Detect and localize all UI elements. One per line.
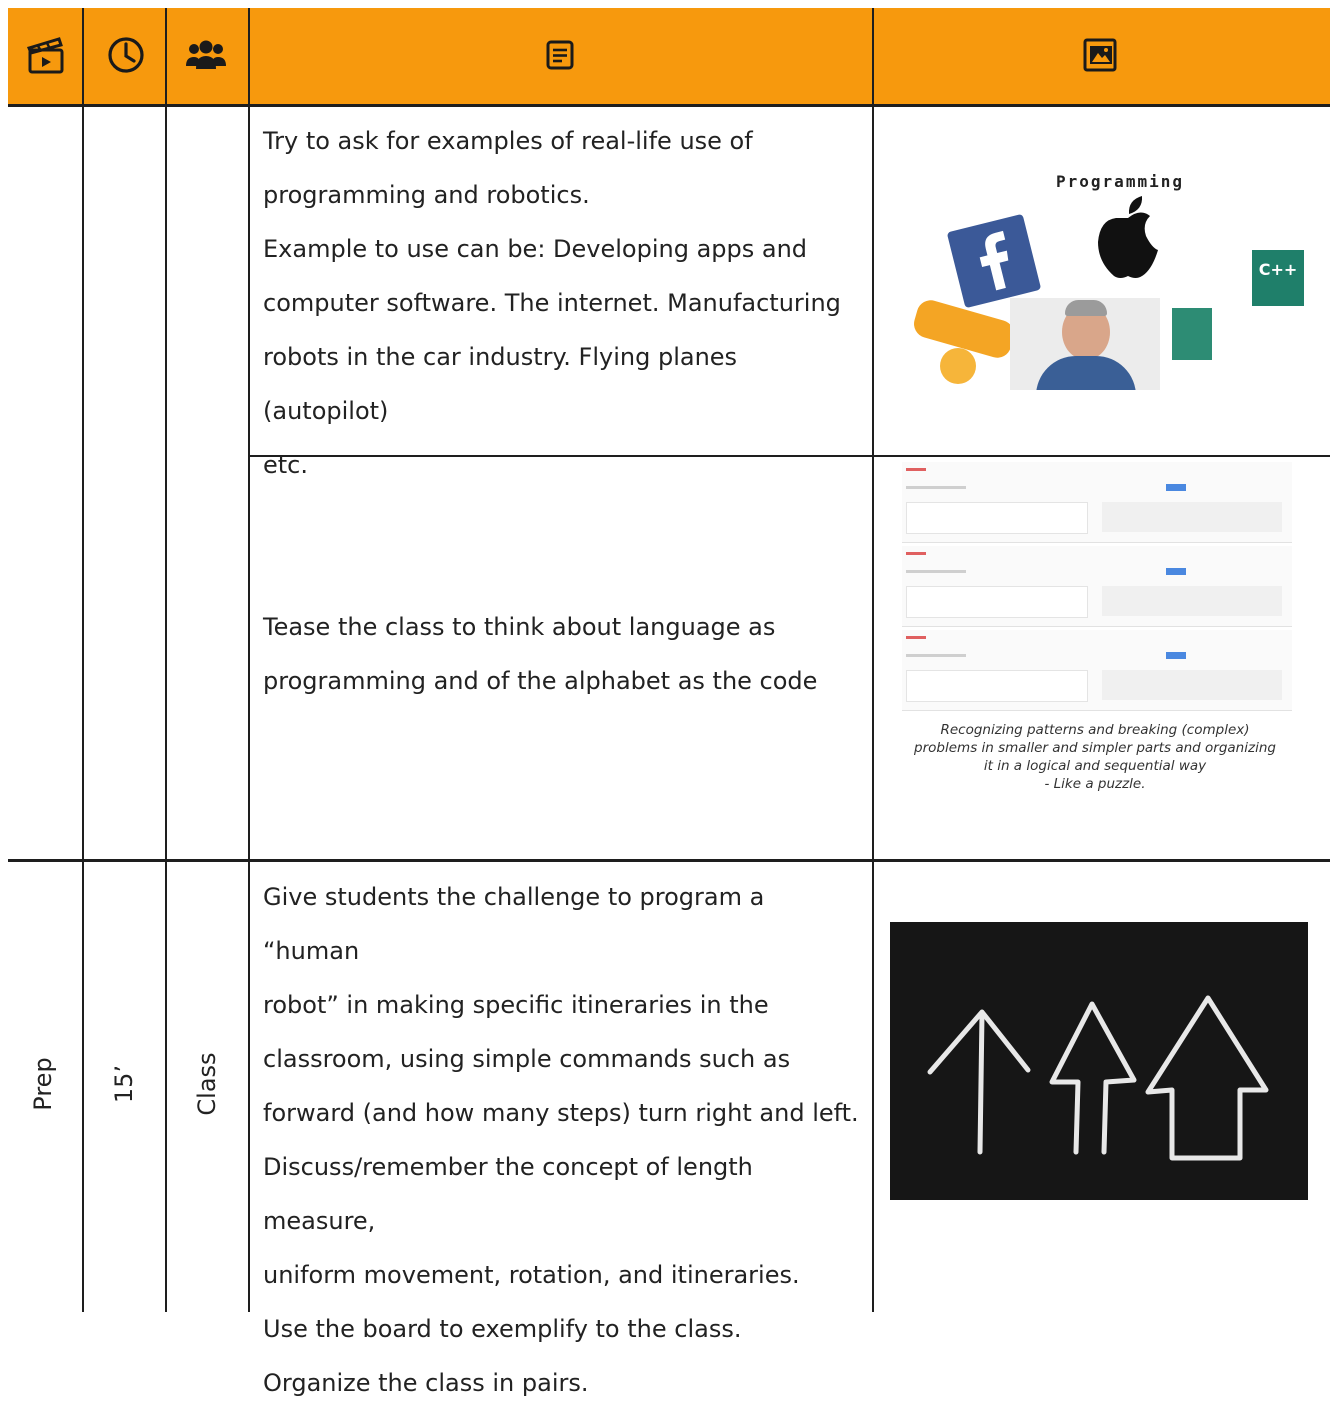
text-line: computer software. The internet. Manufac…	[263, 289, 841, 317]
text-line: forward (and how many steps) turn right …	[263, 1099, 859, 1127]
caption-line: - Like a puzzle.	[1044, 776, 1146, 792]
portrait-photo	[1010, 298, 1160, 390]
clock-icon	[96, 30, 156, 80]
text-line: Use the board to exemplify to the class.	[263, 1315, 742, 1343]
app-tile	[1172, 308, 1212, 360]
translator-panel	[902, 546, 1292, 627]
text-line: Tease the class to think about language …	[263, 613, 776, 641]
text-line: robots in the car industry. Flying plane…	[263, 343, 738, 425]
text-line: etc.	[263, 451, 308, 479]
grouping-label: Class	[193, 1052, 221, 1116]
programming-collage: Programming C++	[910, 160, 1310, 400]
image-gallery-icon	[1070, 30, 1130, 80]
facebook-logo	[946, 213, 1042, 309]
apple-logo	[1088, 190, 1168, 286]
column-divider	[872, 8, 874, 1312]
row2-text: Tease the class to think about language …	[263, 600, 863, 708]
scratch-cat	[940, 348, 976, 384]
text-line: Example to use can be: Developing apps a…	[263, 235, 808, 263]
clapperboard-icon	[16, 30, 76, 80]
text-line: Organize the class in pairs.	[263, 1369, 589, 1397]
text-line: Give students the challenge to program a…	[263, 883, 765, 965]
document-icon	[530, 30, 590, 80]
row3-text: Give students the challenge to program a…	[263, 870, 868, 1410]
column-divider	[248, 8, 250, 1312]
caption-line: Recognizing patterns and breaking (compl…	[940, 722, 1250, 738]
image-caption: Recognizing patterns and breaking (compl…	[880, 721, 1310, 793]
chalkboard-arrows-photo	[890, 922, 1308, 1200]
text-line: programming and of the alphabet as the c…	[263, 667, 818, 695]
column-divider	[165, 8, 167, 1312]
translator-panel	[902, 462, 1292, 543]
text-line: Try to ask for examples of real-life use…	[263, 127, 753, 155]
row-divider	[8, 859, 1330, 862]
translator-screenshots	[902, 462, 1310, 712]
caption-line: it in a logical and sequential way	[983, 758, 1207, 774]
cpp-tile: C++	[1252, 250, 1304, 306]
text-line: uniform movement, rotation, and itinerar…	[263, 1261, 800, 1289]
text-line: programming and robotics.	[263, 181, 590, 209]
translator-panel	[902, 630, 1292, 711]
collage-title: Programming	[1056, 172, 1184, 191]
row1-text: Try to ask for examples of real-life use…	[263, 114, 863, 492]
text-line: robot” in making specific itineraries in…	[263, 991, 769, 1019]
phase-label: Prep	[29, 1057, 57, 1111]
caption-line: problems in smaller and simpler parts an…	[914, 740, 1276, 756]
cpp-label: C++	[1258, 260, 1298, 279]
text-line: Discuss/remember the concept of length m…	[263, 1153, 753, 1235]
group-icon	[176, 30, 236, 80]
time-label: 15’	[110, 1064, 138, 1104]
column-divider	[82, 8, 84, 1312]
text-line: classroom, using simple commands such as	[263, 1045, 791, 1073]
